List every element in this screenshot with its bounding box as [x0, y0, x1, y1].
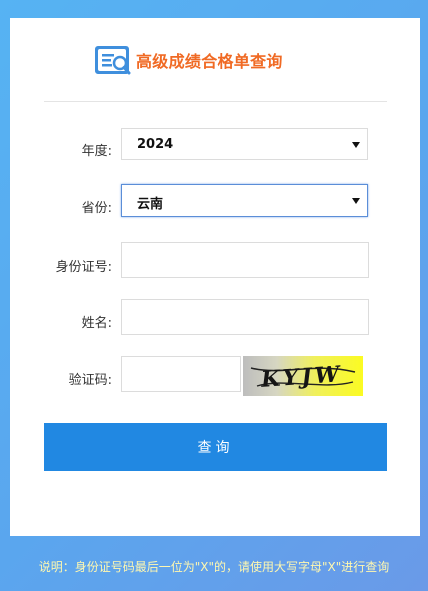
chevron-down-icon	[352, 198, 360, 204]
province-select[interactable]: 云南	[121, 184, 368, 217]
name-input[interactable]	[121, 299, 369, 335]
chevron-down-icon	[352, 142, 360, 148]
query-button[interactable]: 查询	[44, 423, 387, 471]
year-select[interactable]: 2024	[121, 128, 368, 160]
year-label: 年度:	[81, 144, 112, 159]
province-label: 省份:	[81, 201, 112, 216]
svg-text:KYJW: KYJW	[259, 361, 343, 393]
id-number-input[interactable]	[121, 242, 369, 278]
province-select-value: 云南	[137, 197, 164, 212]
captcha-label: 验证码:	[68, 373, 112, 388]
captcha-input[interactable]	[121, 356, 241, 392]
instruction-note: 说明：身份证号码最后一位为"X"的，请使用大写字母"X"进行查询	[38, 560, 390, 574]
captcha-text: KYJW	[250, 361, 356, 393]
id-number-label: 身份证号:	[55, 260, 112, 275]
year-select-value: 2024	[137, 137, 174, 152]
captcha-image[interactable]: KYJW	[243, 356, 363, 396]
query-logo-icon	[95, 46, 131, 75]
name-label: 姓名:	[81, 316, 112, 331]
page-title: 高级成绩合格单查询	[136, 52, 283, 71]
header-divider	[44, 101, 387, 102]
